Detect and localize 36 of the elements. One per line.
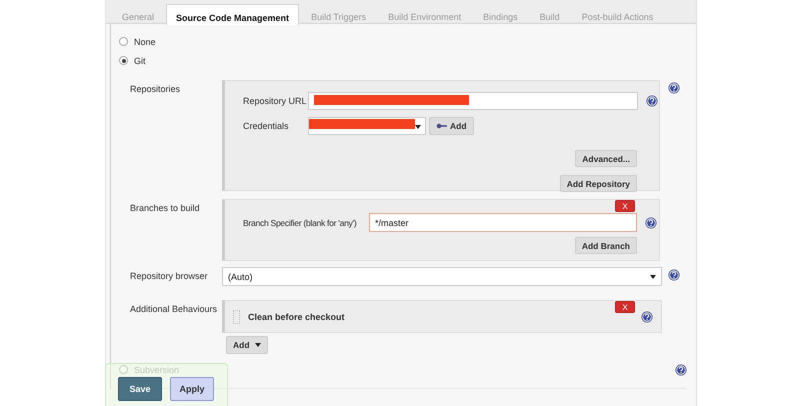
add-behaviour-button[interactable]: Add	[226, 336, 268, 354]
field-label: Repository URL	[243, 96, 308, 106]
key-icon	[436, 123, 447, 129]
help-icon[interactable]	[668, 269, 680, 281]
radio-button[interactable]	[119, 56, 128, 65]
repository-url-field[interactable]	[308, 92, 638, 110]
radio-label: Git	[134, 56, 146, 66]
field-label: Branch Specifier (blank for 'any')	[243, 218, 358, 228]
radio-button[interactable]	[119, 365, 128, 374]
branch-specifier-field[interactable]: */master	[369, 213, 637, 232]
help-icon[interactable]	[645, 216, 657, 228]
add-branch-button[interactable]: Add Branch	[574, 237, 637, 254]
help-icon[interactable]	[675, 364, 687, 376]
help-icon[interactable]	[641, 310, 653, 322]
section-label: Repositories	[130, 83, 182, 94]
drag-handle-icon[interactable]	[233, 310, 240, 324]
delete-button[interactable]: X	[615, 301, 635, 313]
tab[interactable]: Source Code Management	[166, 4, 300, 25]
radio-label: None	[134, 36, 156, 46]
repository-browser-dropdown[interactable]: (Auto)	[222, 267, 662, 286]
caret-icon	[254, 343, 261, 347]
add-credentials-button[interactable]: Add	[429, 117, 474, 135]
delete-button[interactable]: X	[615, 200, 635, 212]
apply-button[interactable]: Apply	[170, 377, 214, 401]
section-label: Additional Behaviours	[130, 303, 218, 314]
radio-button[interactable]	[119, 37, 128, 46]
help-icon[interactable]	[668, 82, 680, 94]
behaviour-title: Clean before checkout	[248, 312, 346, 322]
help-icon[interactable]	[646, 95, 658, 107]
advanced-button[interactable]: Advanced...	[575, 150, 637, 167]
section-label: Repository browser	[130, 270, 209, 281]
save-button[interactable]: Save	[118, 377, 162, 401]
add-repository-button[interactable]: Add Repository	[560, 175, 637, 192]
credentials-dropdown[interactable]	[308, 117, 426, 135]
section-label: Branches to build	[130, 202, 201, 213]
field-label: Credentials	[243, 121, 290, 131]
